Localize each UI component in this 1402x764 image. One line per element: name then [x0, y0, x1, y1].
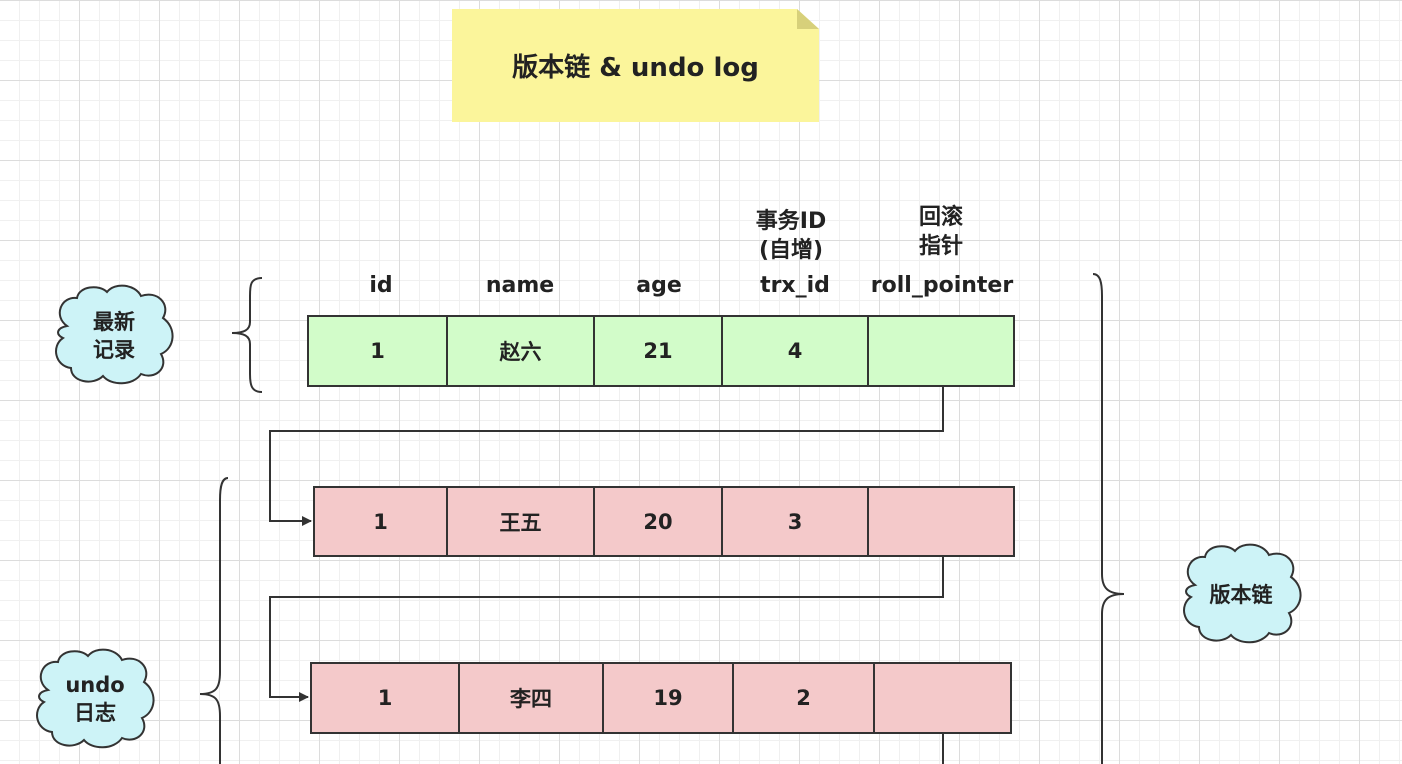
- version-chain-label: 版本链: [1209, 583, 1273, 607]
- latest-record-brace: [231, 277, 263, 393]
- version-chain-brace: [1092, 273, 1125, 764]
- undo-log-brace: [199, 477, 229, 764]
- roll-pointer-arrow: [269, 557, 944, 702]
- diagram-overlay: [36, 273, 1302, 764]
- undo-log-label: undo 日志: [65, 673, 125, 725]
- latest-record-label: 最新 记录: [93, 310, 135, 362]
- roll-pointer-arrow: [269, 387, 944, 526]
